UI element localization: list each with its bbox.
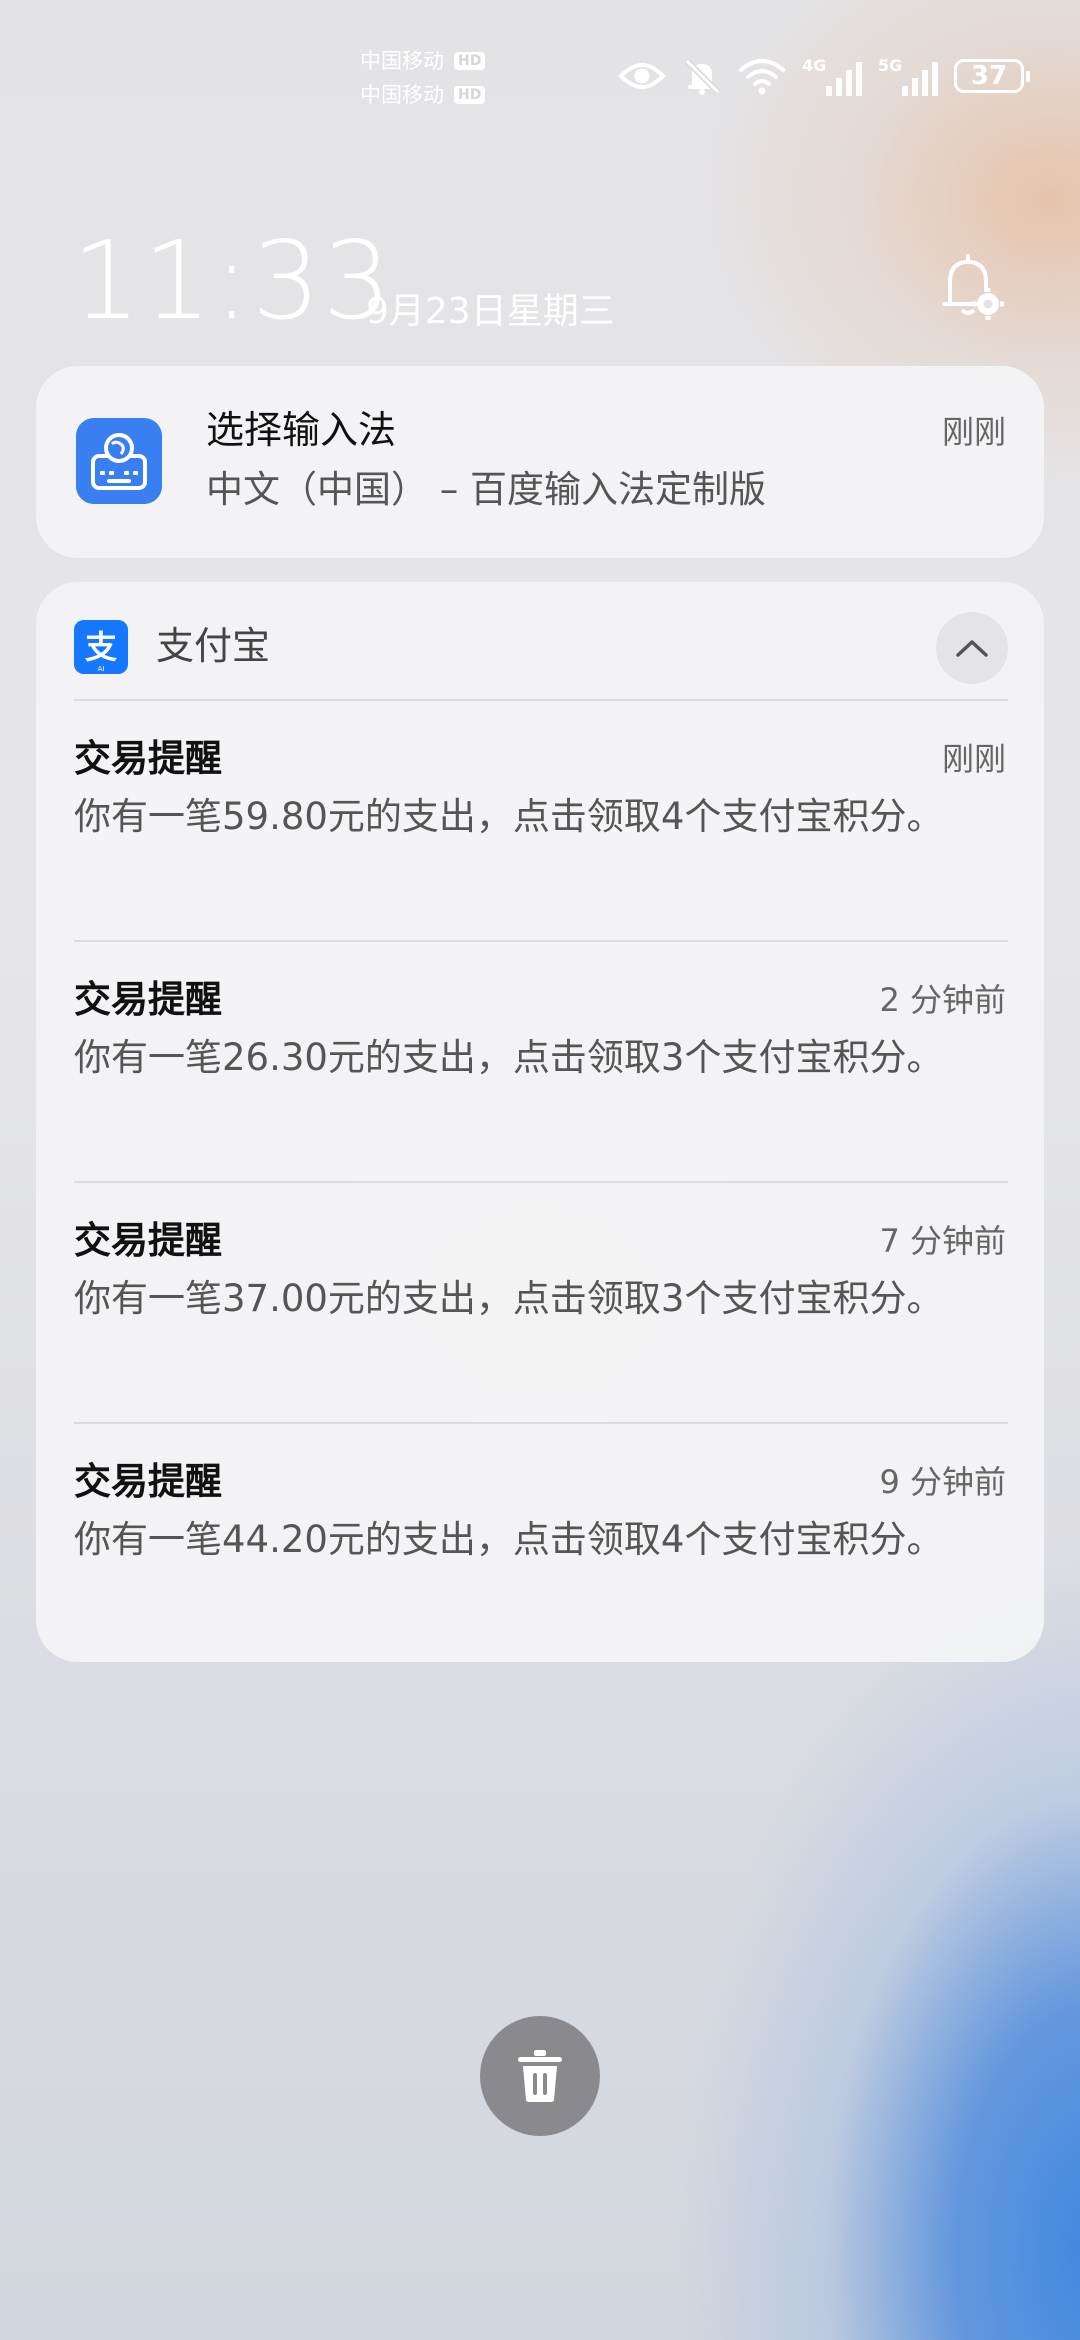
signal-bars [826, 62, 862, 96]
notification-time: 9 分钟前 [879, 1463, 1006, 1501]
notification-title: 交易提醒 [74, 978, 222, 1021]
carrier-name: 中国移动 [360, 49, 444, 73]
notification-time: 刚刚 [941, 740, 1006, 778]
ime-notification-title: 选择输入法 [206, 408, 397, 452]
trash-icon [518, 2050, 562, 2102]
svg-text:支: 支 [85, 628, 117, 666]
notification-body: 你有一笔59.80元的支出，点击领取4个支付宝积分。 [74, 795, 944, 838]
lockscreen-clock: 11:33 [72, 219, 394, 344]
lockscreen-date: 9月23日星期三 [366, 291, 615, 332]
ime-notification-subtitle: 中文（中国） – 百度输入法定制版 [206, 468, 767, 511]
signal-4g-icon: 4G [802, 56, 862, 96]
alipay-notification-item[interactable]: 交易提醒 9 分钟前 你有一笔44.20元的支出，点击领取4个支付宝积分。 [36, 1423, 1044, 1663]
notification-title: 交易提醒 [74, 1460, 222, 1503]
notification-time: 2 分钟前 [879, 981, 1006, 1019]
svg-text:AI: AI [98, 665, 105, 673]
alipay-notification-item[interactable]: 交易提醒 刚刚 你有一笔59.80元的支出，点击领取4个支付宝积分。 [36, 700, 1044, 940]
chevron-up-icon [956, 640, 988, 657]
carrier-info: 中国移动 HD 中国移动 HD [360, 44, 486, 112]
signal-bars [902, 62, 938, 96]
ime-notification-time: 刚刚 [941, 413, 1006, 451]
wifi-icon [739, 59, 785, 95]
alipay-notification-item[interactable]: 交易提醒 2 分钟前 你有一笔26.30元的支出，点击领取3个支付宝积分。 [36, 941, 1044, 1181]
ime-notification-card[interactable]: 选择输入法 中文（中国） – 百度输入法定制版 刚刚 [36, 366, 1044, 558]
battery-icon: 37 [954, 59, 1030, 93]
battery-level: 37 [970, 61, 1008, 91]
notification-body: 你有一笔26.30元的支出，点击领取3个支付宝积分。 [74, 1036, 944, 1079]
signal-5g-tag: 5G [878, 56, 903, 75]
eye-icon [618, 63, 666, 89]
alipay-notification-item[interactable]: 交易提醒 7 分钟前 你有一笔37.00元的支出，点击领取3个支付宝积分。 [36, 1182, 1044, 1422]
notification-body: 你有一笔37.00元的支出，点击领取3个支付宝积分。 [74, 1277, 944, 1320]
collapse-group-button[interactable] [936, 612, 1008, 684]
bell-settings-icon[interactable] [936, 252, 1006, 324]
notification-title: 交易提醒 [74, 737, 222, 780]
alipay-logo-icon: 支 AI [74, 620, 128, 674]
hd-badge: HD [454, 52, 486, 70]
clear-all-notifications-button[interactable] [480, 2016, 600, 2136]
notification-time: 7 分钟前 [879, 1222, 1006, 1260]
alipay-app-name: 支付宝 [156, 624, 271, 668]
keyboard-globe-icon [76, 418, 162, 504]
carrier-line-2: 中国移动 HD [360, 78, 486, 112]
notification-title: 交易提醒 [74, 1219, 222, 1262]
status-icons: 4G 5G 37 [618, 56, 1030, 96]
hd-badge: HD [454, 86, 486, 104]
alipay-group-header[interactable]: 支 AI 支付宝 [36, 582, 1044, 700]
signal-4g-tag: 4G [802, 56, 827, 75]
alipay-notification-group: 支 AI 支付宝 交易提醒 刚刚 你有一笔59.80元的支出，点击领取4个支付宝… [36, 582, 1044, 1662]
carrier-line-1: 中国移动 HD [360, 44, 486, 78]
bell-off-icon [684, 58, 721, 95]
carrier-name: 中国移动 [360, 83, 444, 107]
signal-5g-icon: 5G [878, 56, 938, 96]
notification-body: 你有一笔44.20元的支出，点击领取4个支付宝积分。 [74, 1518, 944, 1561]
